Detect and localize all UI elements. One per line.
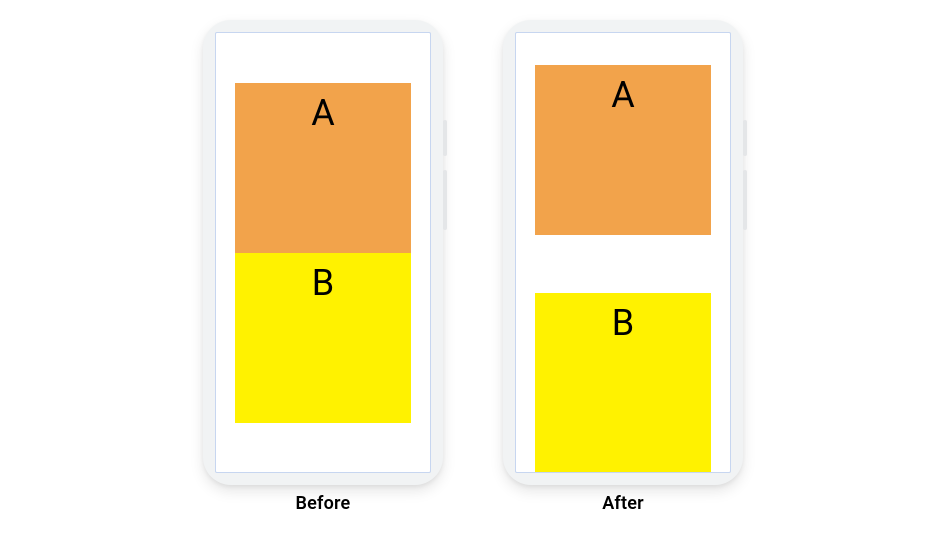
phone-screen-before: A B <box>215 32 431 473</box>
block-a: A <box>235 83 411 253</box>
phone-side-button <box>443 120 447 156</box>
before-column: A B Before <box>203 20 443 514</box>
phone-side-button <box>443 170 447 230</box>
diagram-stage: A B Before A B After <box>0 0 946 533</box>
phone-screen-after: A B <box>515 32 731 473</box>
after-column: A B After <box>503 20 743 514</box>
block-b: B <box>535 293 711 473</box>
block-a: A <box>535 65 711 235</box>
phone-mockup-after: A B <box>503 20 743 485</box>
caption-before: Before <box>296 493 351 514</box>
phone-mockup-before: A B <box>203 20 443 485</box>
block-b: B <box>235 253 411 423</box>
caption-after: After <box>602 493 644 514</box>
phone-side-button <box>743 170 747 230</box>
phone-side-button <box>743 120 747 156</box>
